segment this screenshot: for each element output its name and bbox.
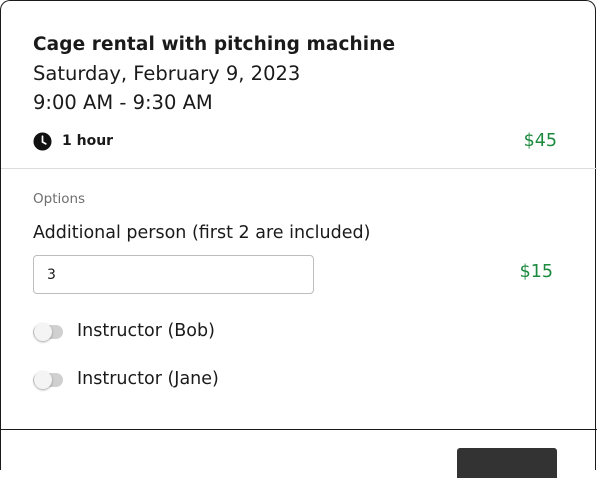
- option-instructor-bob[interactable]: Instructor (Bob): [33, 321, 333, 345]
- booking-time: 9:00 AM - 9:30 AM: [33, 91, 213, 114]
- booking-title: Cage rental with pitching machine: [33, 34, 396, 55]
- additional-person-price: $15: [519, 262, 553, 282]
- section-divider: [1, 168, 597, 169]
- toggle-knob: [34, 371, 52, 389]
- options-heading: Options: [33, 191, 86, 207]
- option-instructor-jane[interactable]: Instructor (Jane): [33, 369, 333, 393]
- instructor-bob-toggle[interactable]: [33, 323, 63, 341]
- booking-date: Saturday, February 9, 2023: [33, 62, 301, 85]
- clock-icon: [33, 132, 52, 151]
- additional-person-label: Additional person (first 2 are included): [33, 223, 371, 243]
- instructor-jane-label: Instructor (Jane): [77, 369, 219, 389]
- instructor-jane-toggle[interactable]: [33, 371, 63, 389]
- instructor-bob-label: Instructor (Bob): [77, 321, 215, 341]
- booking-price: $45: [523, 131, 557, 151]
- additional-person-input[interactable]: [33, 255, 314, 294]
- footer-action-button[interactable]: [457, 448, 557, 478]
- booking-modal: Cage rental with pitching machine Saturd…: [0, 0, 597, 478]
- footer-divider: [1, 429, 597, 430]
- toggle-knob: [34, 323, 52, 341]
- duration-label: 1 hour: [62, 133, 114, 149]
- duration-row: 1 hour $45: [33, 131, 557, 153]
